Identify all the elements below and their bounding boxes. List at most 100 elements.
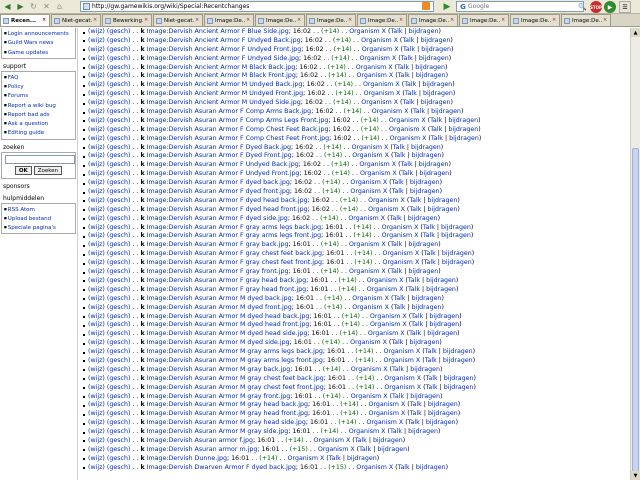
- history-link[interactable]: (gesch): [107, 37, 131, 44]
- talk-link[interactable]: Talk: [403, 99, 415, 106]
- search-box[interactable]: G: [456, 1, 584, 12]
- diff-link[interactable]: (wijz): [88, 268, 105, 275]
- diff-link[interactable]: (wijz): [88, 46, 105, 53]
- history-link[interactable]: (gesch): [107, 188, 131, 195]
- talk-link[interactable]: Talk: [408, 286, 420, 293]
- history-link[interactable]: (gesch): [107, 161, 131, 168]
- user-link[interactable]: Organism X: [348, 215, 385, 222]
- contribs-link[interactable]: bijdragen: [444, 375, 474, 382]
- page-link[interactable]: Image:Dervish Asuran Armor F Dyed Back.j…: [147, 144, 291, 151]
- talk-link[interactable]: Talk: [393, 295, 405, 302]
- support-link-0[interactable]: FAQ: [4, 73, 73, 82]
- tab-1[interactable]: Niet-gecat...×: [51, 14, 101, 26]
- page-link[interactable]: Image:Dervish Asuran Armor M gray side.j…: [147, 428, 289, 435]
- diff-link[interactable]: (wijz): [88, 152, 105, 159]
- page-link[interactable]: Image:Dervish Asuran Armor M gray head s…: [147, 419, 306, 426]
- diff-link[interactable]: (wijz): [88, 28, 105, 35]
- history-link[interactable]: (gesch): [107, 410, 131, 417]
- page-link[interactable]: Image:Dervish Dwarven Armor F dyed back.…: [147, 464, 296, 471]
- diff-link[interactable]: (wijz): [88, 313, 105, 320]
- history-link[interactable]: (gesch): [107, 224, 131, 231]
- user-link[interactable]: Organism X: [351, 393, 388, 400]
- talk-link[interactable]: Talk: [413, 108, 425, 115]
- user-link[interactable]: Organism X: [382, 224, 419, 231]
- diff-link[interactable]: (wijz): [88, 241, 105, 248]
- page-link[interactable]: Image:Dervish Asuran Armor M dyed back.j…: [147, 295, 292, 302]
- talk-link[interactable]: Talk: [392, 179, 404, 186]
- tab-10[interactable]: Image:De... ×: [510, 14, 560, 26]
- contribs-link[interactable]: bijdragen: [429, 321, 459, 328]
- user-link[interactable]: Organism X: [367, 277, 404, 284]
- user-link[interactable]: Organism X: [382, 232, 419, 239]
- history-link[interactable]: (gesch): [107, 179, 131, 186]
- support-link-3[interactable]: Report a wiki bug: [4, 101, 73, 110]
- support-link-5[interactable]: Ask a question: [4, 119, 73, 128]
- page-link[interactable]: Image:Dervish Asuran Armor F dyed head f…: [147, 206, 308, 213]
- page-link[interactable]: Image:Dervish Asuran Armor M dyed side.j…: [147, 339, 290, 346]
- contribs-link[interactable]: bijdragen: [410, 339, 440, 346]
- contribs-link[interactable]: bijdragen: [426, 286, 456, 293]
- history-link[interactable]: (gesch): [107, 348, 131, 355]
- reload-icon[interactable]: ↻: [28, 1, 39, 12]
- page-link[interactable]: Image:Dervish Ancient Armor M Black Back…: [147, 64, 296, 71]
- user-link[interactable]: Organism X: [350, 188, 387, 195]
- contribs-link[interactable]: bijdragen: [347, 455, 377, 462]
- user-link[interactable]: Organism X: [363, 81, 400, 88]
- contribs-link[interactable]: bijdragen: [428, 197, 458, 204]
- contribs-link[interactable]: bijdragen: [429, 313, 459, 320]
- diff-link[interactable]: (wijz): [88, 206, 105, 213]
- talk-link[interactable]: Talk: [359, 446, 371, 453]
- contribs-link[interactable]: bijdragen: [416, 464, 446, 471]
- search-button[interactable]: Zoeken: [33, 165, 63, 175]
- diff-link[interactable]: (wijz): [88, 366, 105, 373]
- talk-link[interactable]: Talk: [397, 64, 409, 71]
- contribs-link[interactable]: bijdragen: [426, 277, 456, 284]
- diff-link[interactable]: (wijz): [88, 81, 105, 88]
- talk-link[interactable]: Talk: [391, 339, 403, 346]
- talk-link[interactable]: Talk: [409, 197, 421, 204]
- diff-link[interactable]: (wijz): [88, 321, 105, 328]
- user-link[interactable]: Organism X: [359, 55, 396, 62]
- diff-link[interactable]: (wijz): [88, 117, 105, 124]
- tab-5[interactable]: Image:De... ×: [255, 14, 305, 26]
- tab-9[interactable]: Image:De... ×: [459, 14, 509, 26]
- talk-link[interactable]: Talk: [426, 384, 438, 391]
- talk-link[interactable]: Talk: [424, 259, 436, 266]
- diff-link[interactable]: (wijz): [88, 348, 105, 355]
- scroll-down-icon[interactable]: ▼: [631, 471, 640, 480]
- home-icon[interactable]: ⌂: [54, 1, 65, 12]
- user-link[interactable]: Organism X: [360, 170, 397, 177]
- page-link[interactable]: Image:Dervish Asuran Armor F dyed back.j…: [147, 179, 290, 186]
- history-link[interactable]: (gesch): [107, 72, 131, 79]
- contribs-link[interactable]: bijdragen: [408, 268, 438, 275]
- history-link[interactable]: (gesch): [107, 455, 131, 462]
- page-link[interactable]: Image:Dervish Asuran Armor M dyed front.…: [147, 304, 292, 311]
- close-icon[interactable]: ×: [42, 18, 47, 23]
- page-link[interactable]: Image:Dervish Asuran Armor F Dyed Front.…: [147, 152, 292, 159]
- history-link[interactable]: (gesch): [107, 64, 131, 71]
- history-link[interactable]: (gesch): [107, 304, 131, 311]
- user-link[interactable]: Organism X: [352, 144, 389, 151]
- user-link[interactable]: Organism X: [369, 410, 406, 417]
- close-icon[interactable]: ×: [450, 18, 455, 23]
- page-link[interactable]: Image:Dervish Asuran Armor M gray chest …: [147, 375, 324, 382]
- contribs-link[interactable]: bijdragen: [443, 357, 473, 364]
- contribs-link[interactable]: bijdragen: [448, 117, 478, 124]
- diff-link[interactable]: (wijz): [88, 428, 105, 435]
- page-link[interactable]: Image:Dervish Asuran Armor M gray head f…: [147, 410, 308, 417]
- diff-link[interactable]: (wijz): [88, 330, 105, 337]
- contribs-link[interactable]: bijdragen: [448, 126, 478, 133]
- talk-link[interactable]: Talk: [390, 28, 402, 35]
- diff-link[interactable]: (wijz): [88, 99, 105, 106]
- talk-link[interactable]: Talk: [329, 455, 341, 462]
- talk-link[interactable]: Talk: [410, 410, 422, 417]
- contribs-link[interactable]: bijdragen: [421, 37, 451, 44]
- page-link[interactable]: Image:Dervish Asuran Armor F Undyed Fron…: [147, 170, 300, 177]
- contribs-link[interactable]: bijdragen: [421, 46, 451, 53]
- scroll-thumb[interactable]: [632, 148, 639, 480]
- contribs-link[interactable]: bijdragen: [441, 224, 471, 231]
- history-link[interactable]: (gesch): [107, 170, 131, 177]
- talk-link[interactable]: Talk: [426, 375, 438, 382]
- diff-link[interactable]: (wijz): [88, 455, 105, 462]
- contribs-link[interactable]: bijdragen: [419, 170, 449, 177]
